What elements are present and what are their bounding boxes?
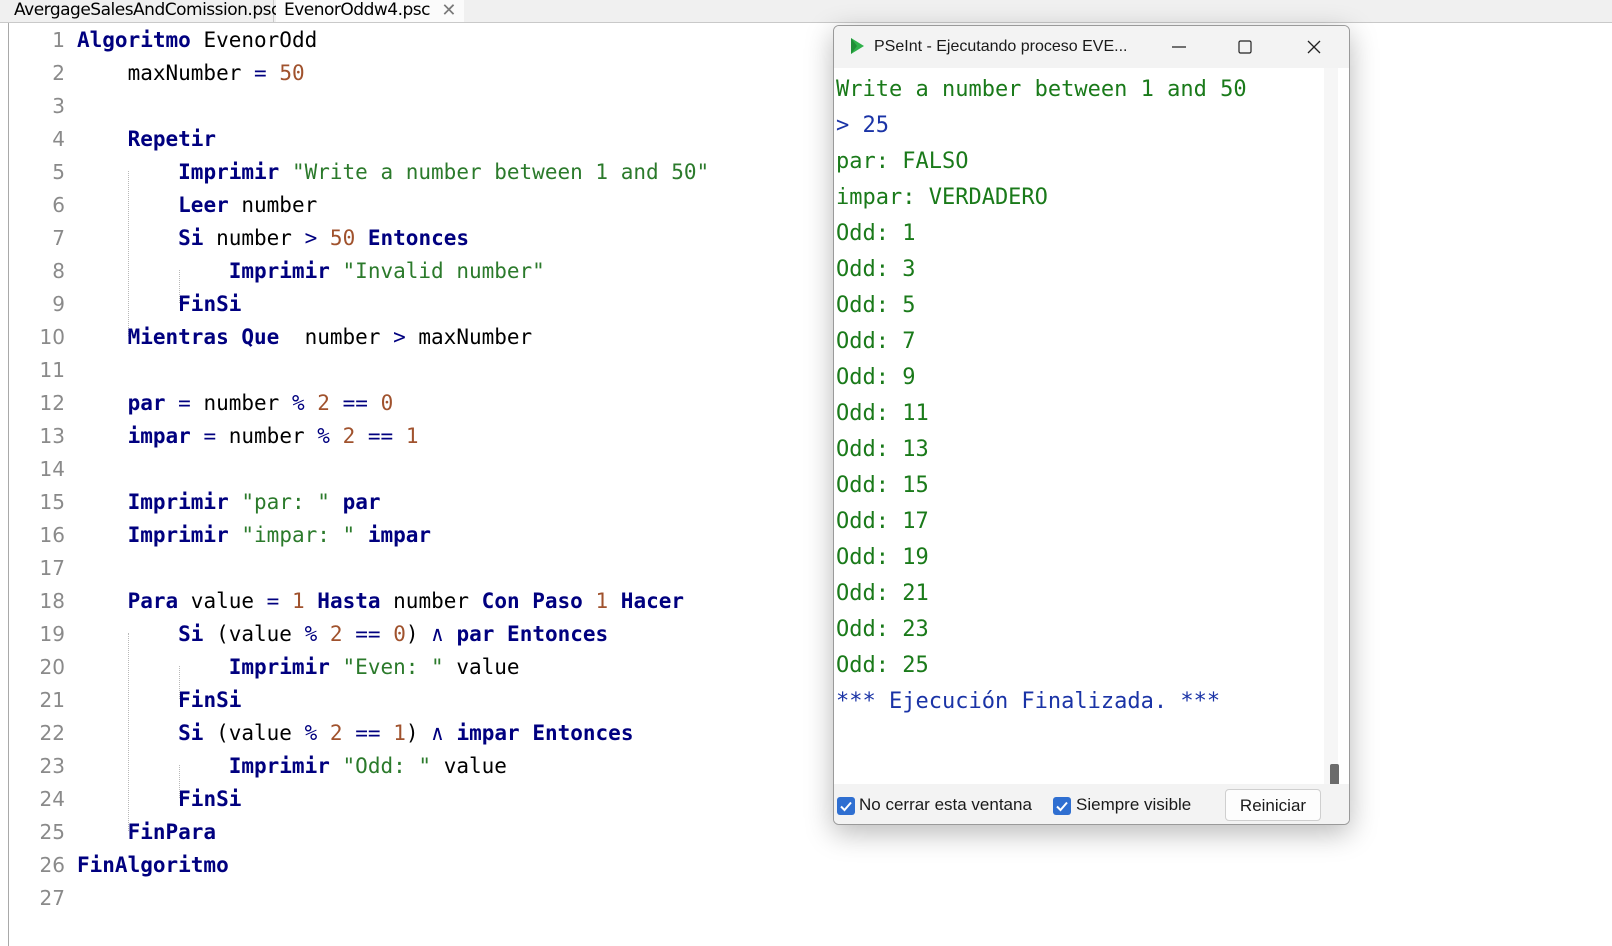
console-line: *** Ejecución Finalizada. *** [836, 689, 1221, 714]
line-number: 6 [52, 193, 65, 217]
code-line-18: Para value = 1 Hasta number Con Paso 1 H… [127, 589, 685, 613]
code-line-22: Si (value % 2 == 1) ∧ impar Entonces [178, 721, 634, 745]
line-number: 16 [39, 523, 65, 547]
line-number: 11 [39, 358, 65, 382]
console-line: Odd: 13 [836, 437, 929, 462]
siempre-visible-label[interactable]: Siempre visible [1076, 795, 1191, 815]
code-line-25: FinPara [127, 820, 217, 844]
code-line-16: Imprimir "impar: " impar [127, 523, 432, 547]
window-title: PSeInt - Ejecutando proceso EVE... [874, 38, 1128, 55]
line-number: 12 [39, 391, 65, 415]
checkmark-icon [1056, 801, 1068, 812]
line-number: 7 [52, 226, 65, 250]
console-line: Odd: 19 [836, 545, 929, 570]
minimize-button[interactable] [1156, 26, 1202, 68]
no-cerrar-label[interactable]: No cerrar esta ventana [859, 795, 1032, 815]
line-number: 3 [52, 94, 65, 118]
line-number: 8 [52, 259, 65, 283]
line-number: 20 [39, 655, 65, 679]
line-number: 2 [52, 61, 65, 85]
scrollbar-track[interactable] [1324, 68, 1338, 798]
line-number: 19 [39, 622, 65, 646]
line-number: 21 [39, 688, 65, 712]
tab-label: EvenorOddw4.psc [284, 0, 431, 20]
maximize-button[interactable] [1222, 26, 1268, 68]
code-line-4: Repetir [127, 127, 217, 151]
line-number: 4 [52, 127, 65, 151]
code-line-9: FinSi [178, 292, 242, 316]
console-line: Odd: 23 [836, 617, 929, 642]
console-line: > 25 [836, 113, 889, 138]
close-button[interactable] [1291, 26, 1337, 68]
run-window[interactable]: PSeInt - Ejecutando proceso EVE... Write… [833, 25, 1350, 825]
close-icon [1307, 40, 1321, 54]
line-number: 14 [39, 457, 65, 481]
code-line-13: impar = number % 2 == 1 [127, 424, 419, 448]
line-number: 18 [39, 589, 65, 613]
code-line-19: Si (value % 2 == 0) ∧ par Entonces [178, 622, 609, 646]
minimize-icon [1172, 46, 1186, 48]
close-tab-icon[interactable]: ✕ [441, 0, 456, 21]
code-line-2: maxNumber = 50 [77, 61, 305, 85]
line-number: 5 [52, 160, 65, 184]
line-number: 1 [52, 28, 65, 52]
code-line-6: Leer number [178, 193, 318, 217]
tab-bar: AvergageSalesAndComission.psc EvenorOddw… [0, 0, 1612, 23]
console-line: Odd: 17 [836, 509, 929, 534]
console-line: Odd: 21 [836, 581, 929, 606]
console-line: Odd: 11 [836, 401, 929, 426]
console-line: Odd: 1 [836, 221, 916, 246]
code-line-5: Imprimir "Write a number between 1 and 5… [178, 160, 710, 184]
code-line-20: Imprimir "Even: " value [228, 655, 520, 679]
console-line: Odd: 5 [836, 293, 916, 318]
tab-evenoroddw4[interactable]: EvenorOddw4.psc ✕ [276, 0, 464, 22]
reiniciar-button[interactable]: Reiniciar [1225, 789, 1321, 821]
line-number: 13 [39, 424, 65, 448]
siempre-visible-checkbox[interactable] [1053, 797, 1071, 815]
line-number: 9 [52, 292, 65, 316]
no-cerrar-checkbox[interactable] [837, 797, 855, 815]
code-line-21: FinSi [178, 688, 242, 712]
console-line: Odd: 3 [836, 257, 916, 282]
code-line-7: Si number > 50 Entonces [178, 226, 470, 250]
console-line: Odd: 7 [836, 329, 916, 354]
title-bar[interactable]: PSeInt - Ejecutando proceso EVE... [834, 26, 1349, 68]
console-line: Odd: 9 [836, 365, 916, 390]
line-number: 15 [39, 490, 65, 514]
line-number: 26 [39, 853, 65, 877]
tab-label: AvergageSalesAndComission.psc [14, 0, 280, 20]
pseint-app-icon [851, 38, 864, 54]
console-line: impar: VERDADERO [836, 185, 1048, 210]
code-line-12: par = number % 2 == 0 [127, 391, 394, 415]
console-line: par: FALSO [836, 149, 969, 174]
code-line-10: Mientras Que number > maxNumber [127, 325, 533, 349]
checkmark-icon [840, 801, 852, 812]
line-number: 23 [39, 754, 65, 778]
code-line-1: Algoritmo EvenorOdd [77, 28, 318, 52]
console-output[interactable]: Write a number between 1 and 50 > 25 par: … [836, 68, 1322, 773]
line-number: 17 [39, 556, 65, 580]
line-number: 22 [39, 721, 65, 745]
maximize-icon [1238, 40, 1252, 54]
console-line: Odd: 15 [836, 473, 929, 498]
code-line-24: FinSi [178, 787, 242, 811]
code-line-23: Imprimir "Odd: " value [228, 754, 507, 778]
line-number: 27 [39, 886, 65, 910]
console-line: Write a number between 1 and 50 [836, 77, 1247, 102]
console-line: Odd: 25 [836, 653, 929, 678]
line-number: 25 [39, 820, 65, 844]
code-editor[interactable]: 1 2 3 4 5 6 7 8 9 10 11 12 13 14 15 16 17 18 19 20 21 22 23 24 2… [8, 23, 1612, 946]
code-line-15: Imprimir "par: " par [127, 490, 381, 514]
run-window-footer: No cerrar esta ventana Siempre visible R… [834, 784, 1349, 824]
code-line-26: FinAlgoritmo [77, 853, 229, 877]
line-number: 10 [39, 325, 65, 349]
tab-avergage-sales[interactable]: AvergageSalesAndComission.psc [4, 0, 280, 22]
line-number: 24 [39, 787, 65, 811]
code-line-8: Imprimir "Invalid number" [228, 259, 545, 283]
